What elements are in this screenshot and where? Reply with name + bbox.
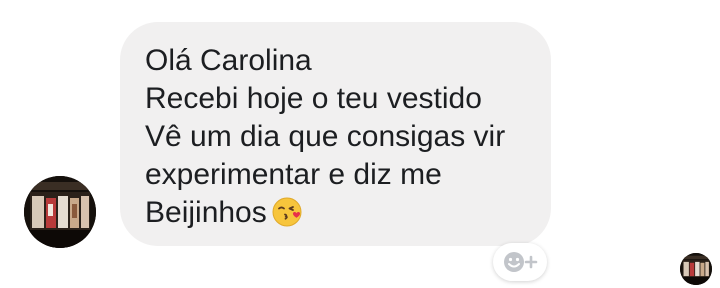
- message-line: Recebi hoje o teu vestido: [145, 82, 482, 115]
- sender-avatar[interactable]: [24, 176, 96, 248]
- storefront-photo: [680, 253, 712, 285]
- message-line: Olá Carolina: [145, 44, 312, 77]
- message-line-last: Beijinhos: [145, 194, 527, 232]
- add-reaction-button[interactable]: [493, 243, 547, 281]
- kiss-face-emoji-icon: [271, 196, 303, 228]
- storefront-photo: [24, 176, 96, 248]
- read-receipt-avatar: [680, 253, 712, 285]
- message-line: experimentar e diz me: [145, 158, 442, 191]
- message-bubble[interactable]: Olá Carolina Recebi hoje o teu vestido V…: [120, 22, 551, 246]
- message-line: Vê um dia que consigas vir: [145, 120, 506, 153]
- smiley-plus-icon: [504, 252, 538, 272]
- message-text: Beijinhos: [145, 196, 267, 229]
- message-thread: Olá Carolina Recebi hoje o teu vestido V…: [0, 0, 720, 288]
